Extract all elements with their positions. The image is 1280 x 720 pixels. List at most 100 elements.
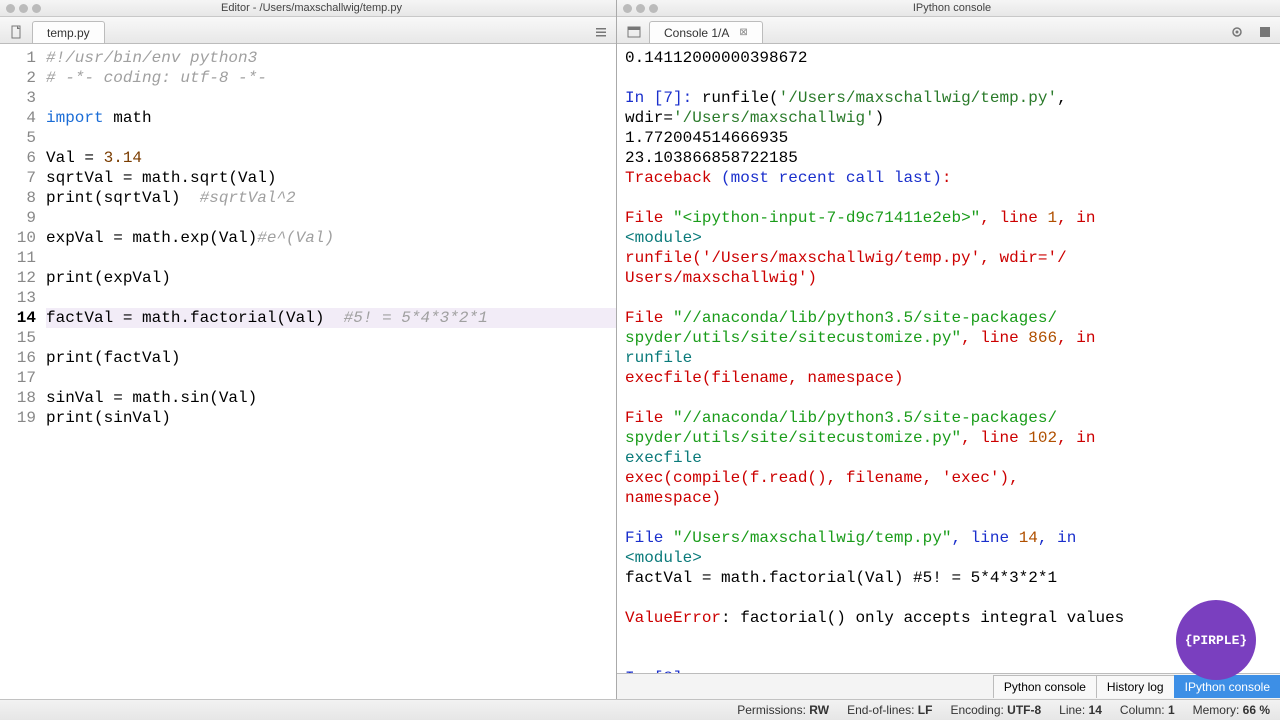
console-line: 23.103866858722185 (625, 148, 1272, 168)
console-line: execfile (625, 448, 1272, 468)
code-line[interactable] (46, 128, 616, 148)
console-line (625, 648, 1272, 668)
perm-label: Permissions: (737, 703, 806, 717)
console-tab[interactable]: Console 1/A ⊠ (649, 21, 763, 43)
bottom-tab[interactable]: Python console (993, 675, 1097, 698)
minimize-window-icon[interactable] (19, 4, 28, 13)
options-icon[interactable] (588, 21, 614, 43)
code-line[interactable]: import math (46, 108, 616, 128)
console-line: File "/Users/maxschallwig/temp.py", line… (625, 528, 1272, 548)
console-line: In [7]: runfile('/Users/maxschallwig/tem… (625, 88, 1272, 108)
line-number: 12 (0, 268, 36, 288)
console-line: Traceback (most recent call last): (625, 168, 1272, 188)
line-number: 19 (0, 408, 36, 428)
console-line: Users/maxschallwig') (625, 268, 1272, 288)
console-line (625, 628, 1272, 648)
line-number: 4 (0, 108, 36, 128)
maximize-window-icon[interactable] (649, 4, 658, 13)
code-line[interactable]: sqrtVal = math.sqrt(Val) (46, 168, 616, 188)
line-number: 7 (0, 168, 36, 188)
line-number: 13 (0, 288, 36, 308)
editor-title: Editor - /Users/maxschallwig/temp.py (47, 2, 576, 14)
col-label: Column: (1120, 703, 1165, 717)
minimize-window-icon[interactable] (636, 4, 645, 13)
code-line[interactable]: factVal = math.factorial(Val) #5! = 5*4*… (46, 308, 616, 328)
enc-label: Encoding: (950, 703, 1003, 717)
line-number: 5 (0, 128, 36, 148)
enc-value: UTF-8 (1007, 703, 1041, 717)
console-line: exec(compile(f.read(), filename, 'exec')… (625, 468, 1272, 488)
code-line[interactable]: # -*- coding: utf-8 -*- (46, 68, 616, 88)
eol-value: LF (918, 703, 933, 717)
close-tab-icon[interactable]: ⊠ (739, 27, 747, 38)
code-line[interactable] (46, 288, 616, 308)
close-window-icon[interactable] (623, 4, 632, 13)
line-number: 11 (0, 248, 36, 268)
code-line[interactable]: print(sqrtVal) #sqrtVal^2 (46, 188, 616, 208)
console-line: ValueError: factorial() only accepts int… (625, 608, 1272, 628)
code-line[interactable]: expVal = math.exp(Val)#e^(Val) (46, 228, 616, 248)
line-number: 9 (0, 208, 36, 228)
code-line[interactable]: #!/usr/bin/env python3 (46, 48, 616, 68)
code-line[interactable] (46, 208, 616, 228)
line-number: 16 (0, 348, 36, 368)
console-line: File "//anaconda/lib/python3.5/site-pack… (625, 408, 1272, 428)
console-line (625, 508, 1272, 528)
console-title: IPython console (664, 2, 1240, 14)
code-line[interactable]: Val = 3.14 (46, 148, 616, 168)
line-number: 6 (0, 148, 36, 168)
console-line (625, 68, 1272, 88)
console-output[interactable]: 0.14112000000398672In [7]: runfile('/Use… (617, 44, 1280, 673)
editor-tabbar: temp.py (0, 17, 616, 44)
col-value: 1 (1168, 703, 1175, 717)
console-line (625, 288, 1272, 308)
console-line: runfile('/Users/maxschallwig/temp.py', w… (625, 248, 1272, 268)
code-line[interactable]: print(factVal) (46, 348, 616, 368)
console-tabbar: Console 1/A ⊠ (617, 17, 1280, 44)
line-number: 14 (0, 308, 36, 328)
code-line[interactable]: print(expVal) (46, 268, 616, 288)
pirple-badge: {PIRPLE} (1176, 600, 1256, 680)
mem-label: Memory: (1193, 703, 1240, 717)
editor-titlebar: Editor - /Users/maxschallwig/temp.py (0, 0, 616, 17)
stop-icon[interactable] (1252, 21, 1278, 43)
console-line: spyder/utils/site/sitecustomize.py", lin… (625, 328, 1272, 348)
console-line: execfile(filename, namespace) (625, 368, 1272, 388)
code-line[interactable] (46, 368, 616, 388)
line-number: 18 (0, 388, 36, 408)
console-pane: IPython console Console 1/A ⊠ 0.14112000… (617, 0, 1280, 699)
code-line[interactable]: sinVal = math.sin(Val) (46, 388, 616, 408)
code-editor[interactable]: 12345678910111213141516171819 #!/usr/bin… (0, 44, 616, 699)
maximize-window-icon[interactable] (32, 4, 41, 13)
code-line[interactable]: print(sinVal) (46, 408, 616, 428)
line-value: 14 (1089, 703, 1102, 717)
statusbar: Permissions: RW End-of-lines: LF Encodin… (0, 699, 1280, 720)
console-line: wdir='/Users/maxschallwig') (625, 108, 1272, 128)
console-line: <module> (625, 548, 1272, 568)
code-line[interactable] (46, 88, 616, 108)
code-line[interactable] (46, 328, 616, 348)
line-number: 1 (0, 48, 36, 68)
editor-pane: Editor - /Users/maxschallwig/temp.py tem… (0, 0, 617, 699)
console-titlebar: IPython console (617, 0, 1280, 17)
console-line (625, 588, 1272, 608)
console-line: File "<ipython-input-7-d9c71411e2eb>", l… (625, 208, 1272, 228)
line-number: 17 (0, 368, 36, 388)
console-line: <module> (625, 228, 1272, 248)
bottom-tab[interactable]: History log (1096, 675, 1175, 698)
gear-icon[interactable] (1224, 21, 1250, 43)
line-label: Line: (1059, 703, 1085, 717)
editor-tab[interactable]: temp.py (32, 21, 105, 43)
code-line[interactable] (46, 248, 616, 268)
line-number: 3 (0, 88, 36, 108)
console-line (625, 388, 1272, 408)
close-window-icon[interactable] (6, 4, 15, 13)
console-icon[interactable] (621, 21, 647, 43)
console-line: File "//anaconda/lib/python3.5/site-pack… (625, 308, 1272, 328)
file-icon[interactable] (4, 21, 30, 43)
mem-value: 66 % (1243, 703, 1270, 717)
console-line: spyder/utils/site/sitecustomize.py", lin… (625, 428, 1272, 448)
console-line (625, 188, 1272, 208)
console-line: 1.772004514666935 (625, 128, 1272, 148)
eol-label: End-of-lines: (847, 703, 914, 717)
